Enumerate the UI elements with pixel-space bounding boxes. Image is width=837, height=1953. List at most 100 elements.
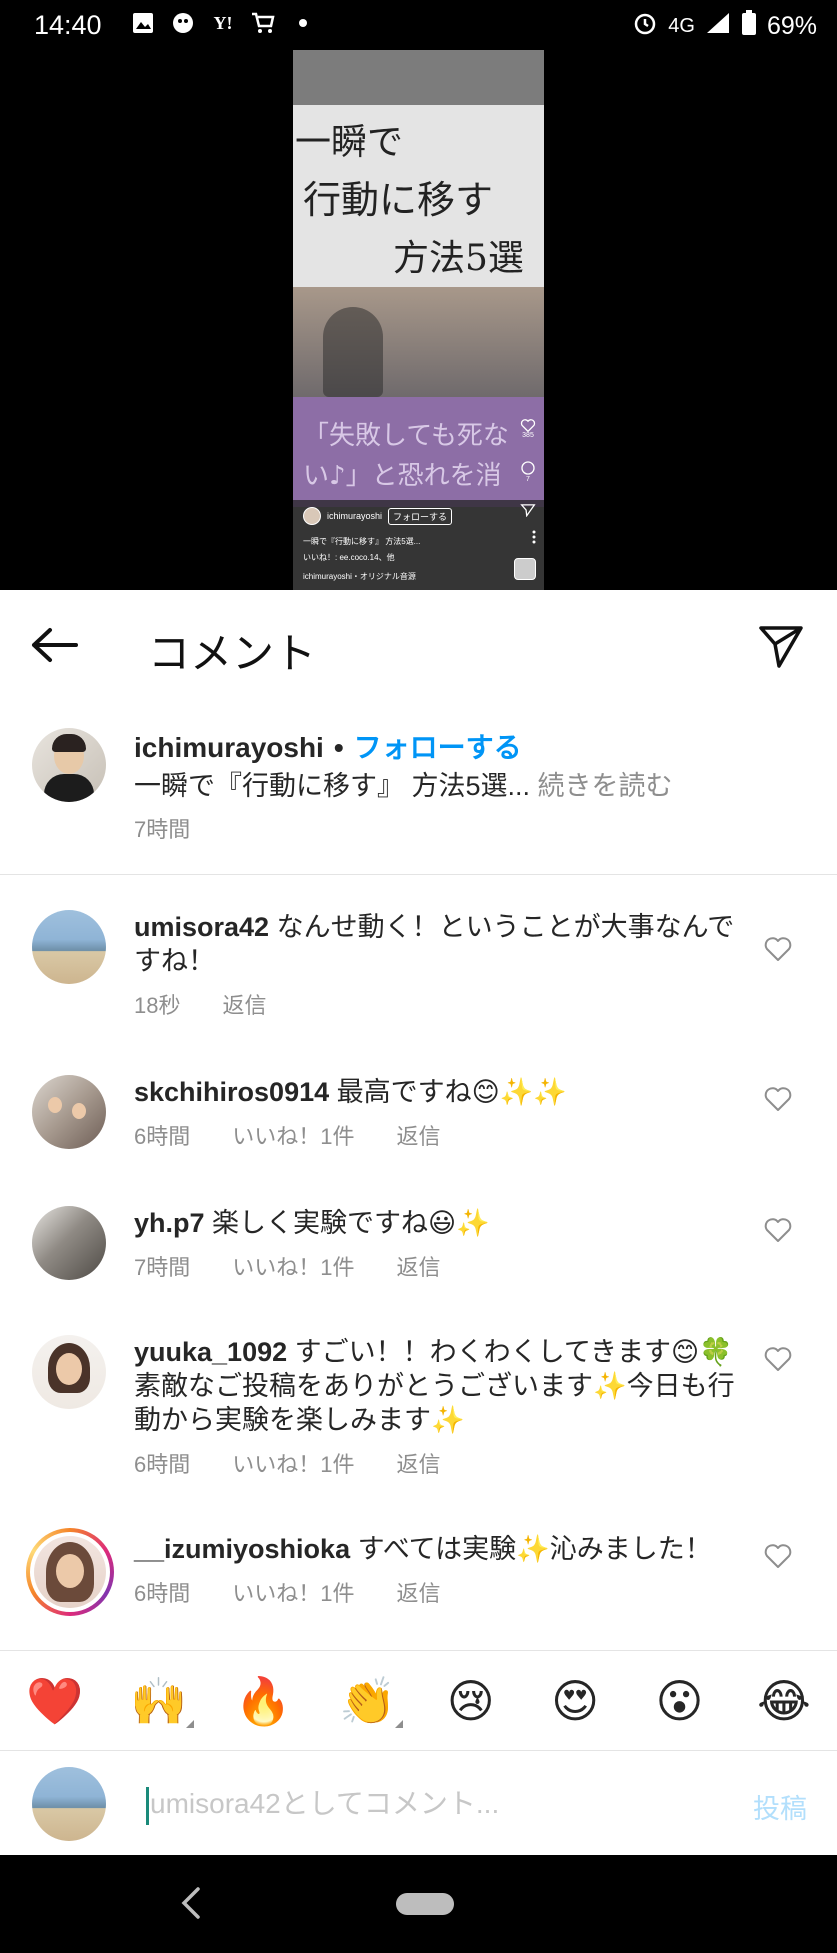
reel-comment-icon bbox=[521, 461, 535, 475]
comment-like-count[interactable]: いいね！1件 bbox=[232, 1119, 354, 1151]
emoji-raised-hands-button[interactable]: 🙌 bbox=[130, 1678, 195, 1728]
video-area[interactable]: 一瞬で 行動に移す 方法5選 「失敗しても死な い♪」と恐れを消 ichimur… bbox=[0, 50, 837, 590]
reel-comment-group[interactable]: 7 bbox=[520, 460, 536, 483]
emoji-laughing-button[interactable]: 😂 bbox=[757, 1678, 811, 1724]
comment-meta: 6時間 いいね！1件 返信 bbox=[134, 1447, 483, 1479]
comment-like-count[interactable]: いいね！1件 bbox=[232, 1447, 354, 1479]
alarm-icon bbox=[632, 10, 658, 43]
comment-time: 6時間 bbox=[134, 1452, 191, 1477]
comment-input[interactable] bbox=[150, 1779, 710, 1829]
reply-button[interactable]: 返信 bbox=[397, 1447, 441, 1479]
reel-subtitle-box: 「失敗しても死な い♪」と恐れを消 bbox=[293, 397, 544, 507]
like-button[interactable] bbox=[763, 1085, 793, 1113]
comments-sheet: コメント ichimurayoshi • フォローする 一瞬で『行動に移す』 方法5… bbox=[0, 590, 837, 1855]
comment-like-count[interactable]: いいね！1件 bbox=[232, 1250, 354, 1282]
reply-button[interactable]: 返信 bbox=[397, 1250, 441, 1282]
comment-like-count[interactable]: いいね！1件 bbox=[232, 1576, 354, 1608]
comments-header: コメント bbox=[0, 590, 837, 700]
like-button[interactable] bbox=[763, 1542, 793, 1570]
reel-overlay-line2: 行動に移す bbox=[303, 178, 494, 222]
reel-top-strip bbox=[293, 50, 544, 105]
reel-like-group[interactable]: 385 bbox=[520, 418, 536, 439]
heart-icon bbox=[764, 1544, 792, 1568]
reel-audio-thumbnail[interactable] bbox=[514, 558, 536, 580]
back-button[interactable] bbox=[30, 625, 80, 665]
avatar[interactable] bbox=[32, 1075, 106, 1149]
reply-button[interactable]: 返信 bbox=[222, 988, 266, 1020]
reel-audio-text: ichimurayoshi・オリジナル音源 bbox=[303, 572, 416, 581]
yahoo-icon: Y! bbox=[213, 12, 233, 33]
comment-body: umisora42 なんせ動く！ということが大事なんですね！ bbox=[134, 910, 744, 978]
like-button[interactable] bbox=[763, 935, 793, 963]
like-button[interactable] bbox=[763, 1345, 793, 1373]
paper-plane-icon bbox=[759, 626, 803, 668]
avatar[interactable] bbox=[32, 1335, 106, 1409]
arrow-left-icon bbox=[32, 628, 78, 662]
reel-person-silhouette bbox=[323, 307, 383, 397]
caption-time: 7時間 bbox=[134, 817, 191, 842]
story-ring[interactable] bbox=[26, 1528, 114, 1616]
battery-percent: 69% bbox=[766, 12, 817, 40]
comment-username[interactable]: umisora42 bbox=[134, 912, 269, 942]
gallery-icon bbox=[130, 10, 156, 36]
page-title: コメント bbox=[148, 630, 317, 677]
reel-comment-count: 7 bbox=[526, 476, 530, 483]
system-nav-bar bbox=[0, 1855, 837, 1953]
post-button[interactable]: 投稿 bbox=[753, 1787, 807, 1826]
comment-text: 楽しく実験ですね😃✨ bbox=[204, 1208, 490, 1238]
emoji-clap-button[interactable]: 👏 bbox=[339, 1678, 404, 1728]
comment-time: 6時間 bbox=[134, 1124, 191, 1149]
emoji-glyph: 🙌 bbox=[130, 1673, 188, 1728]
emoji-heart-button[interactable]: ❤️ bbox=[26, 1678, 83, 1724]
avatar bbox=[32, 1767, 106, 1841]
reel-heart-icon bbox=[520, 419, 536, 432]
heart-icon bbox=[764, 937, 792, 961]
comment-username[interactable]: skchihiros0914 bbox=[134, 1077, 329, 1107]
system-home-button[interactable] bbox=[396, 1893, 454, 1915]
reel-more-icon[interactable] bbox=[532, 530, 536, 544]
read-more-link[interactable]: 続きを読む bbox=[538, 771, 673, 801]
comment-username[interactable]: yuuka_1092 bbox=[134, 1337, 287, 1367]
notification-icons: Y! bbox=[130, 10, 316, 36]
emoji-heart-eyes-button[interactable]: 😍 bbox=[548, 1678, 602, 1724]
reel-overlay-line3: 方法5選 bbox=[393, 238, 524, 279]
avatar[interactable] bbox=[32, 1206, 106, 1280]
reel-avatar[interactable] bbox=[303, 507, 321, 525]
comment-username[interactable]: __izumiyoshioka bbox=[134, 1534, 350, 1564]
share-button[interactable] bbox=[757, 622, 805, 670]
system-back-button[interactable] bbox=[176, 1883, 206, 1923]
comment-body: yuuka_1092 すごい！！わくわくしてきます😊🍀素敵なご投稿をありがとうご… bbox=[134, 1335, 744, 1437]
comment-meta: 18秒 返信 bbox=[134, 988, 309, 1020]
reel-preview[interactable]: 一瞬で 行動に移す 方法5選 「失敗しても死な い♪」と恐れを消 ichimur… bbox=[293, 50, 544, 590]
avatar[interactable] bbox=[32, 910, 106, 984]
like-button[interactable] bbox=[763, 1216, 793, 1244]
status-bar: 14:40 Y! 4G 69% bbox=[0, 0, 837, 50]
reply-button[interactable]: 返信 bbox=[397, 1119, 441, 1151]
comment-time: 18秒 bbox=[134, 993, 181, 1018]
reel-subtitle-line2: い♪」と恐れを消 bbox=[303, 461, 502, 491]
follow-button[interactable]: フォローする bbox=[354, 732, 522, 763]
reel-background-image bbox=[293, 287, 544, 397]
emoji-fire-button[interactable]: 🔥 bbox=[235, 1678, 292, 1724]
avatar[interactable] bbox=[34, 1536, 106, 1608]
reply-button[interactable]: 返信 bbox=[397, 1576, 441, 1608]
reel-share-icon[interactable] bbox=[520, 503, 536, 517]
emoji-crying-button[interactable]: 😢 bbox=[444, 1678, 498, 1724]
reel-title-card: 一瞬で 行動に移す 方法5選 bbox=[293, 105, 544, 287]
status-right: 4G 69% bbox=[632, 10, 817, 43]
battery-icon bbox=[741, 10, 757, 43]
signal-icon bbox=[705, 11, 731, 42]
emoji-surprised-button[interactable]: 😮 bbox=[653, 1678, 707, 1724]
reel-username[interactable]: ichimurayoshi bbox=[327, 511, 382, 521]
emoji-glyph: 👏 bbox=[339, 1673, 397, 1728]
chevron-left-icon bbox=[181, 1887, 200, 1919]
comment-meta: 6時間 いいね！1件 返信 bbox=[134, 1119, 483, 1151]
reel-subtitle-line1: 「失敗しても死な bbox=[303, 421, 509, 451]
avatar[interactable] bbox=[32, 728, 106, 802]
comment-username[interactable]: yh.p7 bbox=[134, 1208, 205, 1238]
comment-body: skchihiros0914 最高ですね😊✨✨ bbox=[134, 1075, 744, 1109]
caption-separator: • bbox=[333, 732, 344, 763]
reel-follow-button[interactable]: フォローする bbox=[388, 507, 453, 525]
comment-meta: 7時間 いいね！1件 返信 bbox=[134, 1250, 483, 1282]
caption-username[interactable]: ichimurayoshi bbox=[134, 732, 324, 763]
